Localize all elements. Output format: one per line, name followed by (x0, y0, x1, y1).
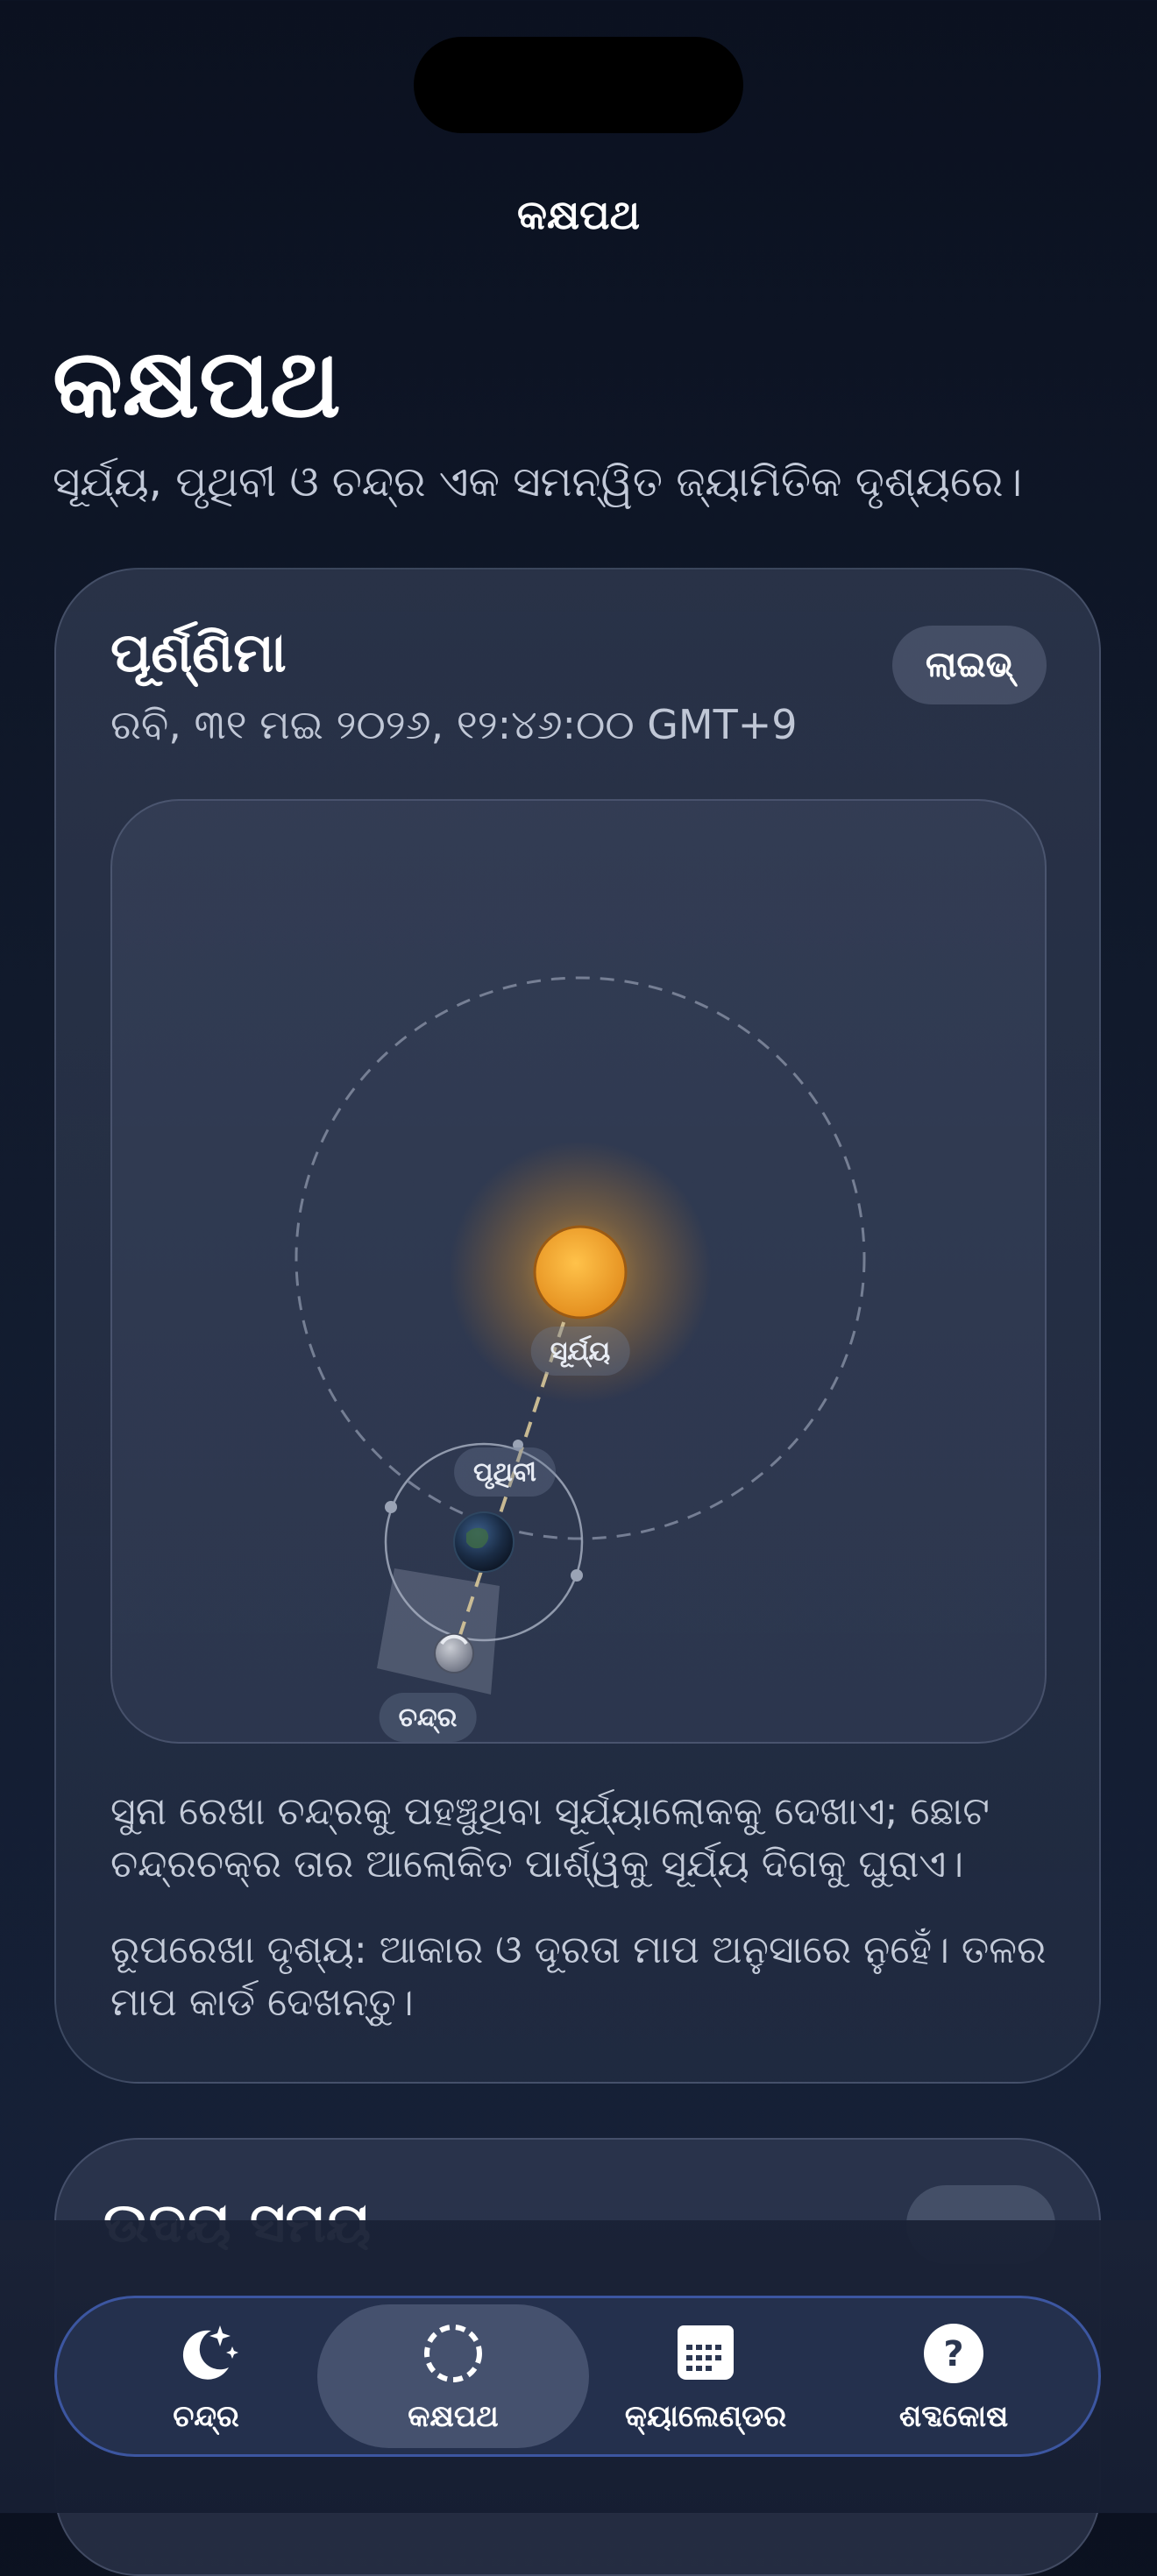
orbit-handle-right[interactable] (571, 1569, 583, 1582)
dynamic-island (414, 37, 743, 133)
moon (434, 1633, 474, 1674)
nav-title: କକ୍ଷପଥ (517, 191, 640, 238)
page-subtitle: ସୂର୍ଯ୍ୟ, ପୃଥିବୀ ଓ ଚନ୍ଦ୍ର ଏକ ସମନ୍ୱିତ ଜ୍ୟା… (53, 457, 1023, 506)
page-title: କକ୍ଷପଥ (53, 329, 341, 439)
calendar-icon (671, 2318, 741, 2388)
moon-phase-name: ପୂର୍ଣ୍ଣିମା (110, 620, 287, 684)
question-icon: ? (919, 2318, 989, 2388)
moon-stars-icon (171, 2318, 241, 2388)
orbit-diagram-svg (295, 976, 866, 1695)
sun-label: ସୂର୍ଯ୍ୟ (530, 1327, 630, 1376)
moon-label: ଚନ୍ଦ୍ର (379, 1693, 477, 1742)
tab-label: କ୍ୟାଲେଣ୍ଡର (624, 2399, 787, 2434)
current-datetime: ରବି, ୩୧ ମଇ ୨୦୨୬, ୧୨:୪୬:୦୦ GMT+9 (110, 701, 798, 748)
svg-text:?: ? (943, 2334, 963, 2374)
orbit-description: ସୁନା ରେଖା ଚନ୍ଦ୍ରକୁ ପହଞ୍ଚୁଥିବା ସୂର୍ଯ୍ୟାଲୋ… (110, 1789, 990, 1886)
tab-label: ଶବ୍ଦକୋଷ (898, 2399, 1009, 2434)
tab-orbit[interactable]: କକ୍ଷପଥ (317, 2304, 589, 2448)
orbit-diagram: ସୂର୍ଯ୍ୟ ପୃଥିବୀ ଚନ୍ଦ୍ର (110, 799, 1047, 1744)
earth-label: ପୃଥିବୀ (454, 1447, 556, 1497)
tab-calendar[interactable]: କ୍ୟାଲେଣ୍ଡର (614, 2304, 798, 2448)
tab-glossary[interactable]: ? ଶବ୍ଦକୋଷ (866, 2304, 1041, 2448)
tab-moon[interactable]: ଚନ୍ଦ୍ର (131, 2304, 280, 2448)
orbit-handle-left[interactable] (385, 1501, 397, 1513)
sun (533, 1225, 628, 1320)
moon-shadow-cone (377, 1568, 500, 1695)
live-badge[interactable]: ଲାଇଭ୍ (892, 626, 1047, 704)
tab-label: କକ୍ଷପଥ (408, 2399, 499, 2434)
scale-note: ରୂପରେଖା ଦୃଶ୍ୟ: ଆକାର ଓ ଦୂରତା ମାପ ଅନୁସାରେ … (110, 1928, 1047, 2025)
tab-label: ଚନ୍ଦ୍ର (173, 2399, 239, 2434)
orbit-icon (418, 2318, 488, 2388)
